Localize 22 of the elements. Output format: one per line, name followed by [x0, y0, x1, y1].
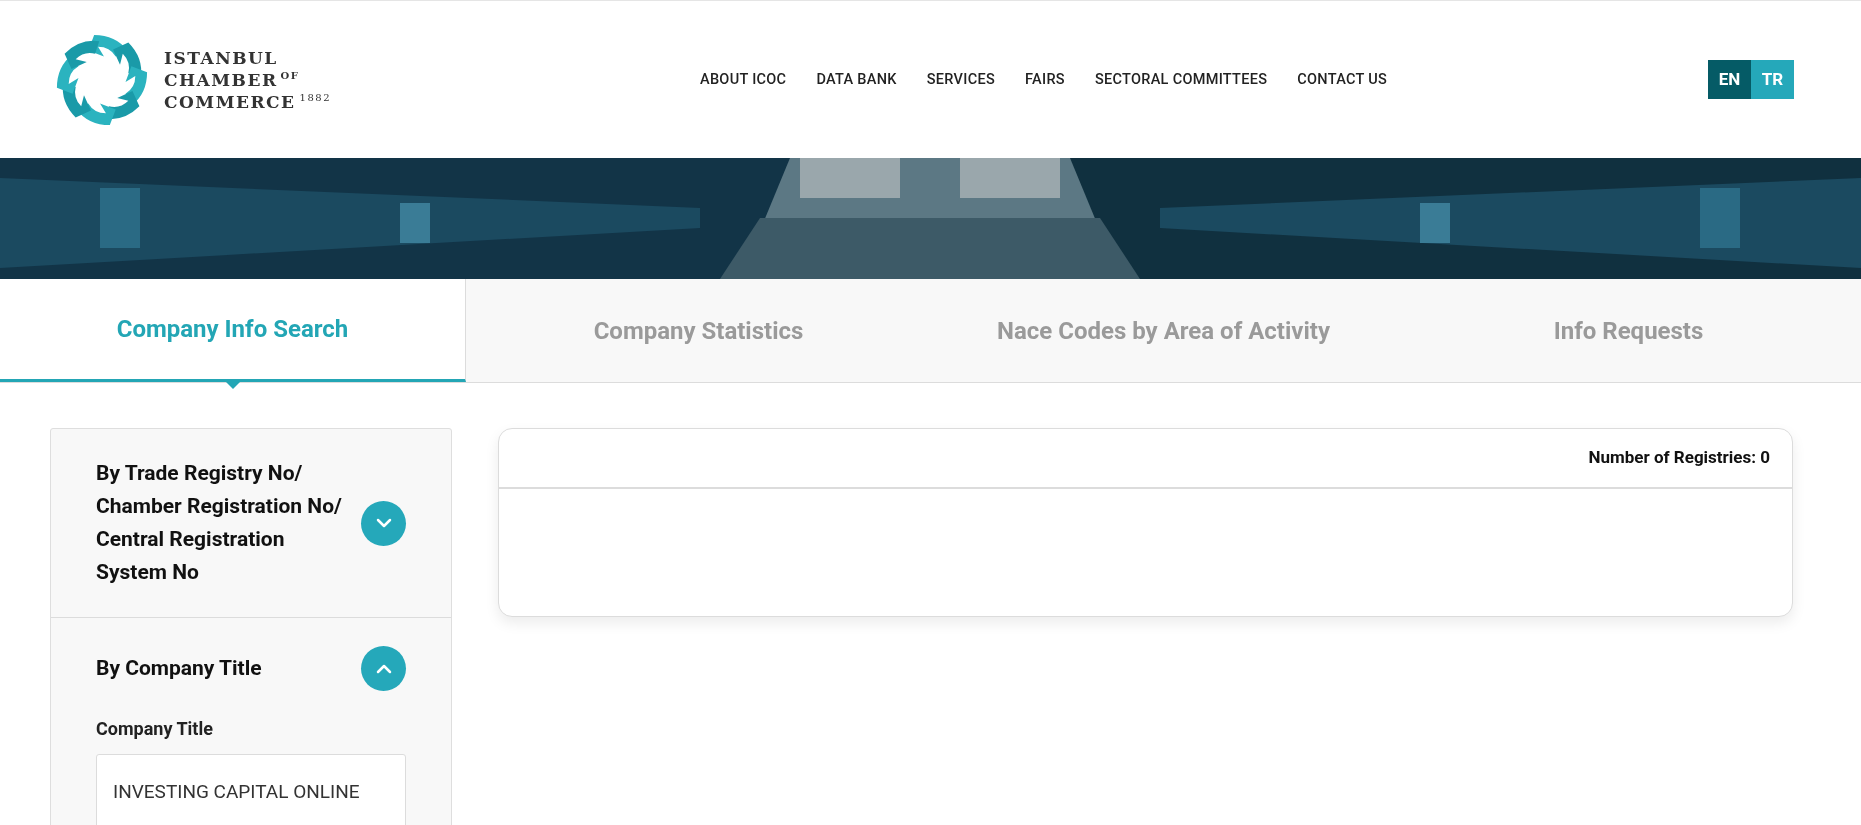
toggle-button[interactable]: [361, 646, 406, 691]
section-title: By Company Title: [96, 655, 263, 682]
input-field[interactable]: INVESTING CAPITAL ONLINE: [96, 754, 406, 825]
section-title: By Trade Registry No/ Chamber Registration No/ Central Registration System No: [96, 460, 343, 586]
logo-text: CHAMBER: [164, 68, 278, 91]
logo-superscript: OF: [280, 68, 300, 83]
nav-link[interactable]: FAIRS: [1025, 68, 1065, 91]
language-button[interactable]: EN: [1708, 60, 1751, 99]
nav-link[interactable]: SERVICES: [926, 68, 996, 91]
logo-text: ISTANBUL: [164, 46, 279, 69]
nav-link[interactable]: SECTORAL COMMITTEES: [1094, 68, 1268, 91]
nav-link[interactable]: DATA BANK: [816, 68, 897, 91]
nav-link[interactable]: CONTACT US: [1297, 68, 1388, 91]
registry-count: Number of Registries: 0: [1588, 446, 1770, 470]
logo-text: COMMERCE: [164, 90, 296, 113]
logo-year: 1882: [299, 90, 331, 105]
field-label: Company Title: [96, 717, 214, 741]
chevron-up-icon: [375, 663, 392, 674]
nav-link[interactable]: ABOUT ICOC: [700, 68, 787, 91]
pointer-icon: [224, 381, 241, 389]
toggle-button[interactable]: [361, 500, 406, 546]
chevron-down-icon: [375, 518, 392, 528]
